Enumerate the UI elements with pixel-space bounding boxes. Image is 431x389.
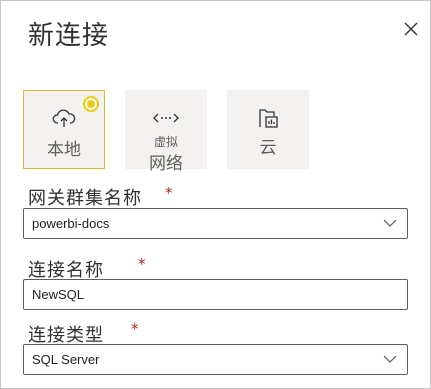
arrows-icon xyxy=(153,113,179,123)
connection-name-input[interactable]: NewSQL xyxy=(23,279,408,310)
selected-indicator xyxy=(83,96,99,112)
tile-label-line2: 网络 xyxy=(149,154,183,174)
panel-title: 新连接 xyxy=(28,21,110,51)
chevron-down-icon xyxy=(383,355,397,363)
required-marker: * xyxy=(165,184,173,202)
required-marker: * xyxy=(138,255,146,273)
cloud-file-icon xyxy=(259,109,278,128)
tile-label: 云 xyxy=(259,138,277,158)
tile-label: 本地 xyxy=(47,140,81,160)
tile-on-premises[interactable]: 本地 xyxy=(23,90,105,169)
connection-type-select[interactable]: SQL Server xyxy=(23,344,408,375)
gateway-cluster-value: powerbi-docs xyxy=(32,216,110,231)
chevron-down-icon xyxy=(383,219,397,227)
new-connection-panel: 新连接 本地 虚拟 网络 云 网关群集名称 * powerbi-docs 连接名… xyxy=(0,0,431,389)
tile-virtual-network[interactable]: 虚拟 网络 xyxy=(125,90,207,174)
connection-name-value: NewSQL xyxy=(32,287,85,302)
gateway-cluster-label: 网关群集名称 xyxy=(28,188,142,209)
connection-type-value: SQL Server xyxy=(32,352,100,367)
tile-cloud[interactable]: 云 xyxy=(227,90,309,169)
cloud-upload-icon xyxy=(52,109,76,127)
gateway-cluster-select[interactable]: powerbi-docs xyxy=(23,208,408,239)
required-marker: * xyxy=(131,320,139,338)
tile-label-line1: 虚拟 xyxy=(153,135,178,149)
close-button[interactable] xyxy=(401,19,421,39)
close-icon xyxy=(404,22,418,36)
